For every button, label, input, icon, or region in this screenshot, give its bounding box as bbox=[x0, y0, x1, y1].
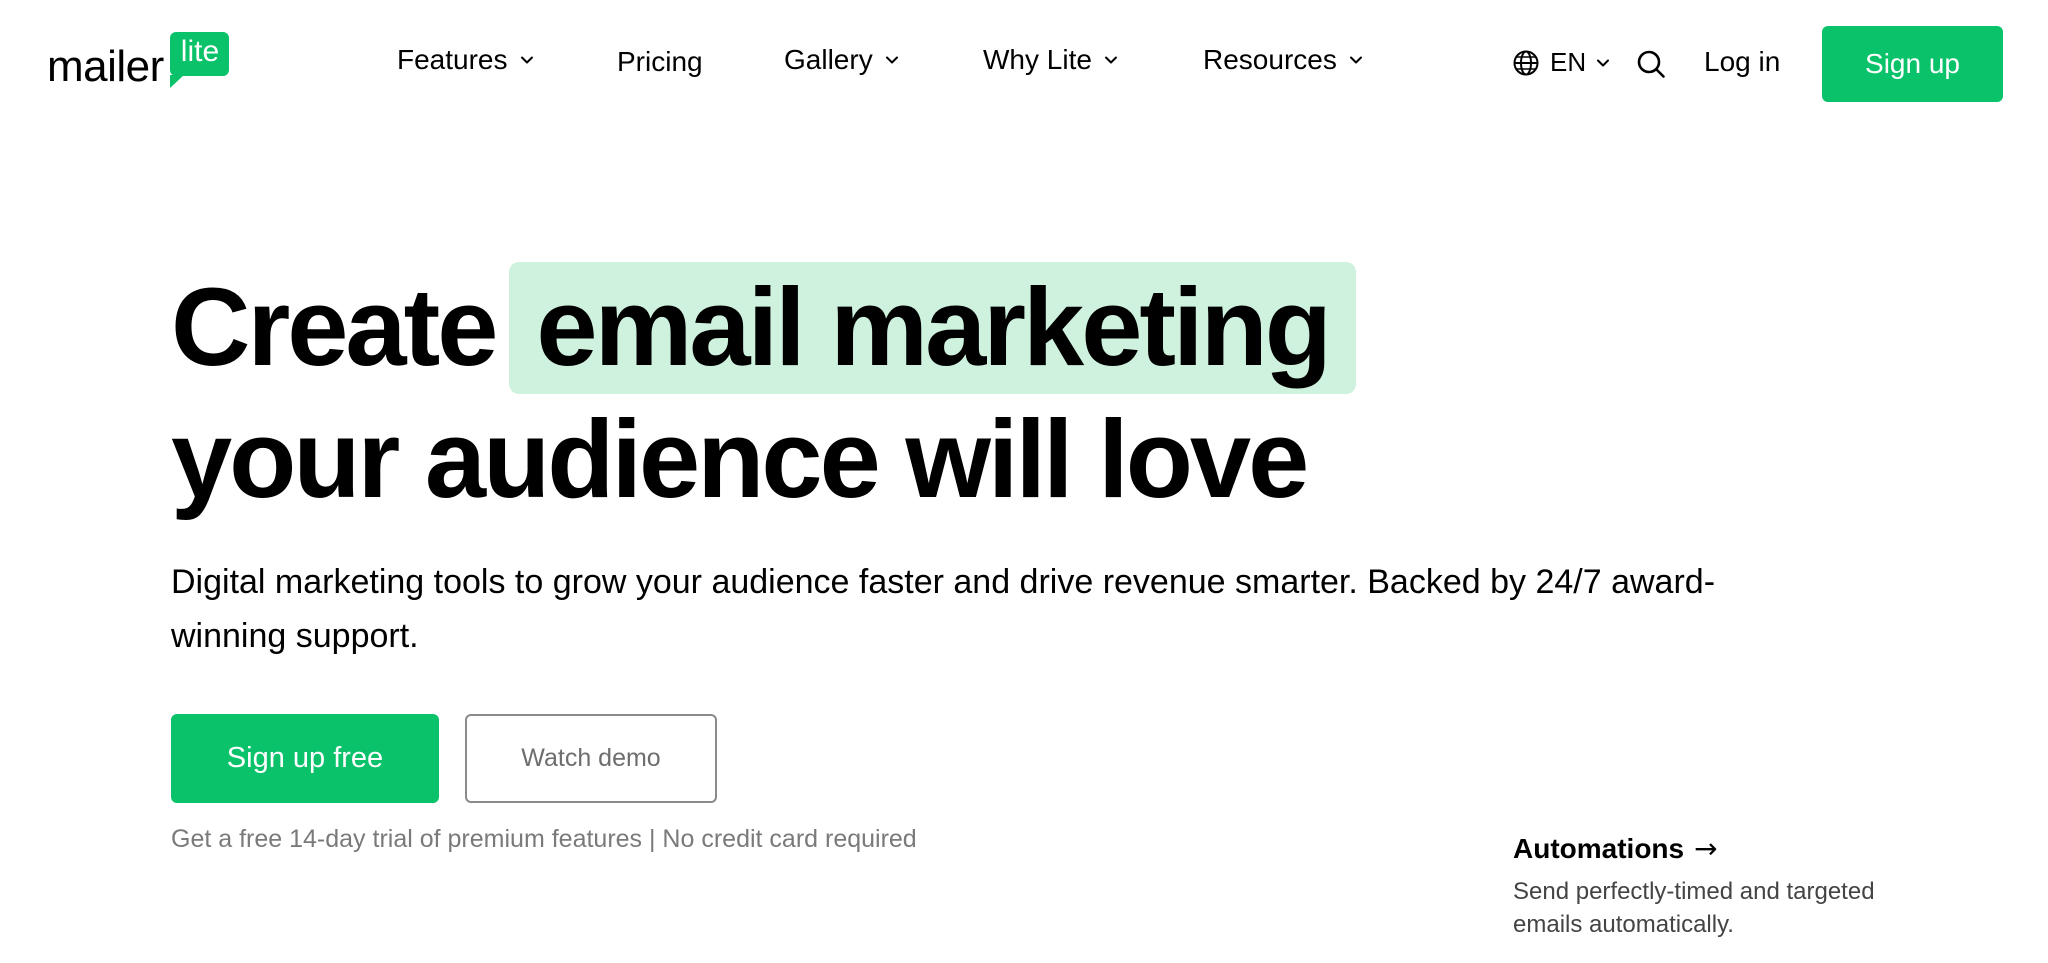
nav-item-pricing[interactable]: Pricing bbox=[617, 46, 703, 78]
nav-item-features[interactable]: Features bbox=[397, 44, 534, 76]
logo-wordmark: mailer bbox=[47, 42, 164, 91]
chevron-down-icon bbox=[1104, 53, 1118, 67]
nav-item-gallery[interactable]: Gallery bbox=[784, 44, 899, 76]
headline-prefix: Create bbox=[171, 266, 498, 389]
headline-line-1: Create email marketing bbox=[171, 262, 1671, 394]
login-link[interactable]: Log in bbox=[1704, 46, 1780, 78]
hero-subtitle: Digital marketing tools to grow your aud… bbox=[171, 563, 1716, 655]
arrow-right-icon: → bbox=[1694, 832, 1718, 865]
globe-icon bbox=[1513, 50, 1539, 75]
language-label: EN bbox=[1550, 47, 1587, 77]
nav-item-label: Why Lite bbox=[983, 44, 1092, 75]
signup-button[interactable]: Sign up bbox=[1822, 26, 2003, 102]
feature-title: Automations bbox=[1513, 832, 1685, 864]
language-selector[interactable]: EN bbox=[1512, 47, 1610, 78]
page: mailer lite Features Pricing Gallery Why… bbox=[0, 0, 2048, 963]
nav-item-label: Features bbox=[397, 44, 508, 75]
nav-item-resources[interactable]: Resources bbox=[1203, 44, 1363, 76]
mailerlite-logo[interactable]: mailer lite bbox=[47, 32, 230, 92]
nav-item-label: Resources bbox=[1203, 44, 1337, 75]
nav-item-label: Pricing bbox=[617, 46, 703, 77]
chevron-down-icon bbox=[520, 53, 534, 67]
search-icon[interactable] bbox=[1636, 49, 1666, 79]
nav-item-why-lite[interactable]: Why Lite bbox=[983, 44, 1118, 76]
sign-up-free-button[interactable]: Sign up free bbox=[171, 714, 439, 803]
chevron-down-icon bbox=[1349, 53, 1363, 67]
nav-item-label: Gallery bbox=[784, 44, 873, 75]
chevron-down-icon bbox=[1596, 56, 1610, 70]
hero-headline: Create email marketing your audience will… bbox=[171, 262, 1671, 526]
feature-card-automations: Automations → Send perfectly-timed and t… bbox=[1513, 832, 1933, 941]
feature-title-link[interactable]: Automations → bbox=[1513, 832, 1933, 865]
watch-demo-button[interactable]: Watch demo bbox=[465, 714, 717, 803]
feature-description: Send perfectly-timed and targeted emails… bbox=[1513, 878, 1875, 938]
logo-badge: lite bbox=[169, 32, 230, 88]
chevron-down-icon bbox=[885, 53, 899, 67]
headline-line-2: your audience will love bbox=[171, 398, 1309, 521]
trial-note: Get a free 14-day trial of premium featu… bbox=[171, 825, 917, 853]
headline-highlight: email marketing bbox=[509, 262, 1356, 394]
